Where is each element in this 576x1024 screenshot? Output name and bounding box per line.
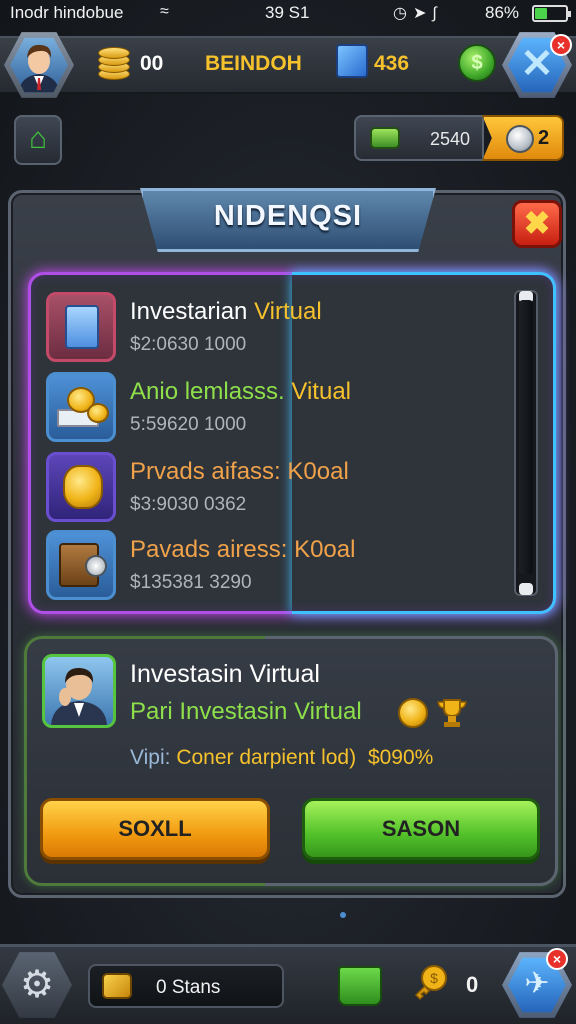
coin-stack-icon	[98, 46, 130, 80]
cash-bundle-icon	[370, 127, 400, 149]
coin-key-icon[interactable]: $	[412, 964, 450, 1002]
token-resource[interactable]: 2	[482, 115, 564, 161]
status-time: 39 S1	[265, 3, 310, 22]
detail-subtitle: Pari Investasin Virtual	[130, 698, 362, 725]
token-count: 2	[538, 127, 550, 149]
detail-title: Investasin Virtual	[130, 660, 320, 688]
list-scrollbar[interactable]	[514, 290, 538, 596]
close-icon: ✖	[523, 205, 551, 241]
silver-coin-icon	[506, 125, 534, 153]
cash-resource: 2540	[354, 115, 484, 161]
trophy-icon	[436, 698, 468, 728]
info-value: $090%	[367, 746, 434, 769]
page-indicator-dot	[340, 912, 346, 918]
gold-coin-icon	[398, 698, 428, 728]
stans-display: 0 Stans	[88, 964, 284, 1008]
notification-badge: ×	[550, 34, 572, 56]
file-cabinet-icon	[46, 292, 116, 362]
list-item[interactable]: Pavads airess: K0oal $135381 3290	[46, 528, 486, 602]
gem-count: 436	[374, 52, 410, 75]
right-action-button[interactable]: SASON	[302, 798, 540, 860]
detail-info: Vipi: Coner darpient lod) $090%	[130, 746, 433, 770]
status-icons: ◷➤∫	[393, 3, 443, 23]
dollar-coin-icon[interactable]: $	[458, 44, 496, 82]
avatar-face-icon	[18, 44, 60, 93]
gold-coins-icon	[46, 452, 116, 522]
businessman-icon	[51, 667, 107, 725]
info-label: Vipi:	[130, 746, 171, 769]
list-item[interactable]: Investarian Virtual $2:0630 1000	[46, 290, 486, 364]
status-bar: Inodr hindobue ≈ 39 S1 ◷➤∫ 86%	[0, 0, 576, 28]
scrollbar-thumb[interactable]	[519, 300, 533, 574]
close-dialog-button[interactable]: ✖	[512, 200, 562, 248]
shop-basket-icon[interactable]	[338, 966, 382, 1006]
bluetooth-icon: ∫	[432, 5, 443, 22]
home-button[interactable]: ⌂	[14, 115, 62, 165]
item-value: 5:59620 1000	[130, 414, 247, 435]
player-name: BEINDOH	[205, 52, 302, 75]
battery-icon	[532, 5, 571, 22]
location-icon: ➤	[412, 5, 433, 22]
money-stack-icon	[46, 372, 116, 442]
item-name: Investarian Virtual	[130, 298, 322, 325]
battery-percent: 86%	[485, 3, 520, 22]
item-value: $2:0630 1000	[130, 334, 247, 355]
advisor-portrait	[42, 654, 116, 728]
list-item[interactable]: Anio lemlasss. Vitual 5:59620 1000	[46, 370, 486, 444]
travel-badge: ×	[546, 948, 568, 970]
item-name: Prvads aifass: K0oal	[130, 458, 349, 485]
bottom-bar	[0, 944, 576, 1024]
item-value: $135381 3290	[130, 572, 252, 593]
left-action-button[interactable]: SOXLL	[40, 798, 270, 860]
item-value: $3:9030 0362	[130, 494, 247, 515]
bottom-count: 0	[466, 972, 479, 997]
alarm-icon: ◷	[393, 5, 413, 22]
gold-bar-icon	[102, 973, 132, 999]
cash-value: 2540	[430, 129, 471, 149]
info-text: Coner darpient lod)	[176, 746, 357, 769]
wifi-icon: ≈	[160, 3, 169, 20]
dialog-title: NIDENQSI	[213, 200, 363, 232]
item-name: Anio lemlasss. Vitual	[130, 378, 352, 405]
item-name: Pavads airess: K0oal	[130, 536, 356, 563]
stans-label: 0 Stans	[156, 977, 221, 998]
svg-text:$: $	[430, 970, 438, 986]
carrier-label: Inodr hindobue	[10, 3, 124, 22]
gem-cube-icon	[336, 44, 368, 78]
safe-icon	[46, 530, 116, 600]
coin-count: 00	[140, 52, 164, 75]
home-icon: ⌂	[28, 122, 48, 155]
list-item[interactable]: Prvads aifass: K0oal $3:9030 0362	[46, 450, 486, 524]
